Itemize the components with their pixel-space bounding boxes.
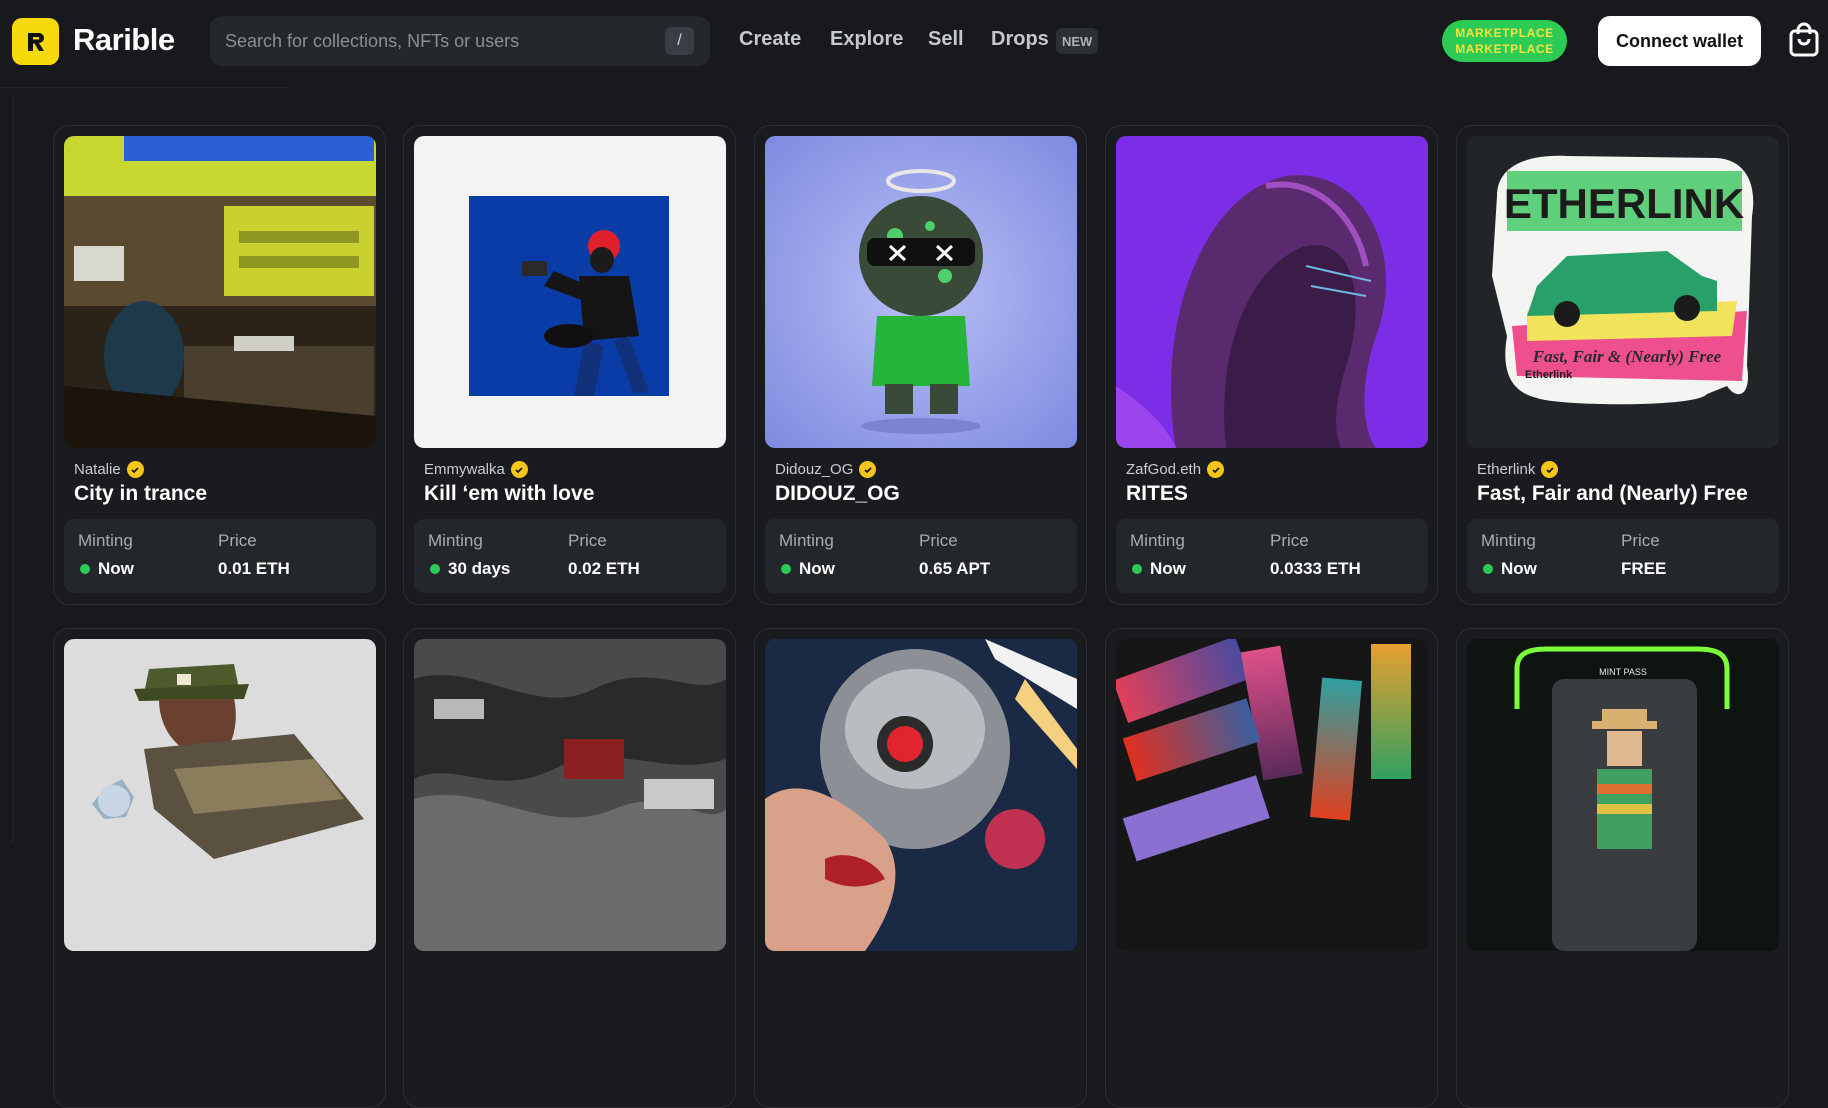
header-divider (0, 87, 290, 88)
minting-label: Minting (779, 531, 834, 550)
minting-value: 30 days (448, 559, 511, 578)
nft-artwork-abstract-glitch[interactable] (414, 639, 726, 951)
creator-label: Etherlink (1477, 461, 1536, 478)
nft-card-rites[interactable]: ZafGod.eth RITES Minting Price Now 0.033… (1105, 125, 1438, 605)
nft-card-city-in-trance[interactable]: Natalie City in trance Minting Price Now… (53, 125, 386, 605)
nft-card-row2-2[interactable] (403, 628, 736, 1108)
nft-card-row2-5[interactable]: MINT PASS (1456, 628, 1789, 1108)
live-status-dot-icon (80, 564, 90, 574)
price-label: Price (1270, 531, 1309, 550)
mint-stats-panel: Minting Price Now 0.01 ETH (64, 519, 376, 593)
rarible-logo-icon[interactable] (12, 18, 59, 65)
creator-label: Didouz_OG (775, 461, 854, 478)
minting-label: Minting (428, 531, 483, 550)
minting-value: Now (1150, 559, 1186, 578)
minting-status: Now (1483, 559, 1537, 579)
creator-name[interactable]: Etherlink (1477, 461, 1559, 478)
creator-label: Emmywalka (424, 461, 505, 478)
verified-check-icon (510, 461, 528, 478)
nft-artwork-etherlink[interactable]: ETHERLINK Fast, Fair & (Nearly) Free Eth… (1467, 136, 1779, 448)
minting-value: Now (799, 559, 835, 578)
price-value: 0.01 ETH (218, 559, 290, 578)
price-label: Price (568, 531, 607, 550)
search-input[interactable]: Search for collections, NFTs or users / (210, 16, 710, 66)
verified-check-icon (1541, 461, 1559, 478)
nft-title[interactable]: DIDOUZ_OG (775, 482, 900, 506)
nft-artwork-city-in-trance[interactable] (64, 136, 376, 448)
nft-title[interactable]: City in trance (74, 482, 207, 506)
price-value: 0.0333 ETH (1270, 559, 1361, 578)
minting-label: Minting (78, 531, 133, 550)
nft-card-row2-1[interactable] (53, 628, 386, 1108)
live-status-dot-icon (1132, 564, 1142, 574)
brand-name[interactable]: Rarible (73, 22, 175, 58)
nft-card-kill-em-with-love[interactable]: Emmywalka Kill ‘em with love Minting Pri… (403, 125, 736, 605)
price-label: Price (218, 531, 257, 550)
creator-name[interactable]: Didouz_OG (775, 461, 877, 478)
creator-label: ZafGod.eth (1126, 461, 1202, 478)
nft-card-didouz-og[interactable]: Didouz_OG DIDOUZ_OG Minting Price Now 0.… (754, 125, 1087, 605)
marketplace-badge-line-2: MARKETPLACE (1455, 42, 1554, 56)
creator-name[interactable]: Natalie (74, 461, 144, 478)
nav-drops[interactable]: Drops (991, 28, 1049, 51)
nft-title[interactable]: RITES (1126, 482, 1188, 506)
etherlink-logo-text: ETHERLINK (1504, 180, 1744, 227)
drops-new-badge: NEW (1056, 28, 1099, 54)
nft-card-row2-3[interactable] (754, 628, 1087, 1108)
marketplace-badge-line-1: MARKETPLACE (1455, 26, 1554, 40)
nav-create[interactable]: Create (739, 28, 801, 51)
minting-value: Now (1501, 559, 1537, 578)
marketplace-badge[interactable]: MARKETPLACE MARKETPLACE (1442, 20, 1567, 62)
live-status-dot-icon (430, 564, 440, 574)
nft-artwork-rites[interactable] (1116, 136, 1428, 448)
shopping-bag-icon[interactable] (1787, 22, 1821, 58)
live-status-dot-icon (1483, 564, 1493, 574)
nft-artwork-didouz-og[interactable] (765, 136, 1077, 448)
verified-check-icon (859, 461, 877, 478)
mint-stats-panel: Minting Price Now 0.65 APT (765, 519, 1077, 593)
price-value: 0.02 ETH (568, 559, 640, 578)
nft-title[interactable]: Fast, Fair and (Nearly) Free (1477, 482, 1748, 506)
top-nav-bar: Rarible Search for collections, NFTs or … (0, 0, 1828, 80)
price-label: Price (1621, 531, 1660, 550)
creator-label: Natalie (74, 461, 121, 478)
nft-artwork-cyborg-face[interactable] (765, 639, 1077, 951)
minting-label: Minting (1130, 531, 1185, 550)
search-shortcut-key: / (665, 27, 694, 55)
nft-artwork-mint-pass[interactable]: MINT PASS (1467, 639, 1779, 951)
nft-artwork-gradient-bars[interactable] (1116, 639, 1428, 951)
search-placeholder: Search for collections, NFTs or users (225, 31, 520, 51)
verified-check-icon (126, 461, 144, 478)
etherlink-slogan-text: Fast, Fair & (Nearly) Free (1532, 347, 1722, 366)
minting-status: Now (80, 559, 134, 579)
nft-title[interactable]: Kill ‘em with love (424, 482, 594, 506)
mint-stats-panel: Minting Price Now 0.0333 ETH (1116, 519, 1428, 593)
connect-wallet-button[interactable]: Connect wallet (1598, 16, 1761, 66)
mint-stats-panel: Minting Price Now FREE (1467, 519, 1779, 593)
live-status-dot-icon (781, 564, 791, 574)
nft-card-fast-fair-nearly-free[interactable]: ETHERLINK Fast, Fair & (Nearly) Free Eth… (1456, 125, 1789, 605)
nft-card-row2-4[interactable] (1105, 628, 1438, 1108)
creator-name[interactable]: ZafGod.eth (1126, 461, 1225, 478)
minting-status: Now (781, 559, 835, 579)
etherlink-mark-text: Etherlink (1525, 369, 1573, 381)
creator-name[interactable]: Emmywalka (424, 461, 528, 478)
price-value: FREE (1621, 559, 1667, 578)
page-left-rail (12, 95, 14, 843)
minting-status: Now (1132, 559, 1186, 579)
mint-pass-label: MINT PASS (1599, 667, 1647, 677)
nft-artwork-soldier[interactable] (64, 639, 376, 951)
nav-sell[interactable]: Sell (928, 28, 964, 51)
verified-check-icon (1207, 461, 1225, 478)
price-label: Price (919, 531, 958, 550)
nft-artwork-kill-em-with-love[interactable] (414, 136, 726, 448)
price-value: 0.65 APT (919, 559, 991, 578)
minting-status: 30 days (430, 559, 510, 579)
minting-label: Minting (1481, 531, 1536, 550)
mint-stats-panel: Minting Price 30 days 0.02 ETH (414, 519, 726, 593)
nav-explore[interactable]: Explore (830, 28, 903, 51)
minting-value: Now (98, 559, 134, 578)
